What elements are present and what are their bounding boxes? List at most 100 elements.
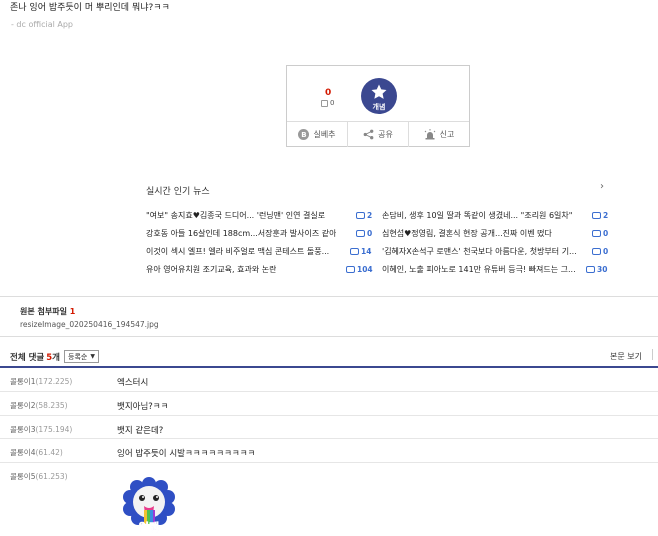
comment-nick[interactable]: 콜롱이3(175.194) — [10, 424, 72, 435]
share-label: 공유 — [378, 130, 393, 139]
app-signature: - dc official App — [11, 20, 73, 29]
caret-down-icon: ▼ — [90, 353, 95, 360]
best-recommend-label: 실베추 — [313, 130, 336, 139]
news-item[interactable]: 유아 영어유치원 조기교육, 효과와 논란 104 — [146, 264, 374, 275]
news-item[interactable]: "여보" 송지효♥김종국 드디어... '런닝맨' 인연 결실로 2 — [146, 210, 374, 221]
comment-bubble-icon — [592, 248, 601, 255]
news-comment-number: 2 — [367, 211, 373, 220]
comment-row: 콜롱이2(58.235) 뱃지아님?ㅋㅋ — [0, 392, 658, 416]
sort-select[interactable]: 등록순 ▼ — [64, 350, 99, 363]
news-comment-number: 104 — [357, 265, 373, 274]
news-item[interactable]: 강호동 아들 16살인데 188cm...서장훈과 발사이즈 같아 0 — [146, 228, 374, 239]
comment-bubble-icon — [356, 212, 365, 219]
comment-count-unit: 개 — [52, 352, 60, 363]
recommend-label: 개념 — [372, 103, 386, 111]
news-item[interactable]: 손담비, 생후 10일 딸과 똑같이 생겼네... "조리원 6일차" 2 — [382, 210, 608, 221]
view-body-link[interactable]: 본문 보기 — [610, 351, 642, 362]
news-item[interactable]: '김혜자X손석구 로맨스' 천국보다 아름다운, 첫방부터 기... 0 — [382, 246, 608, 257]
nick-ip: (175.194) — [35, 425, 73, 434]
nick-name: 콜롱이3 — [10, 425, 36, 434]
news-comment-number: 14 — [361, 247, 372, 256]
upvote-count: 0 — [325, 88, 332, 98]
fixed-upvote: 0 — [321, 99, 334, 107]
divider — [652, 349, 653, 360]
vote-top: 0 0 개념 — [287, 66, 469, 122]
vote-actions: B 실베추 공유 신고 — [287, 122, 469, 147]
share-button[interactable]: 공유 — [348, 122, 409, 147]
attachment-file-link[interactable]: resizeImage_020250416_194547.jpg — [20, 320, 159, 329]
nick-ip: (58.235) — [35, 401, 68, 410]
comment-bubble-icon — [346, 266, 355, 273]
nick-name: 콜롱이1 — [10, 377, 36, 386]
news-comment-count: 0 — [592, 247, 608, 256]
report-button[interactable]: 신고 — [409, 122, 469, 147]
comment-row: 콜롱이4(61.42) 잉어 밥주듯이 시발ㅋㅋㅋㅋㅋㅋㅋㅋㅋ — [0, 439, 658, 463]
fixed-upvote-count: 0 — [330, 99, 335, 107]
nick-ip: (172.225) — [35, 377, 73, 386]
nick-name: 콜롱이4 — [10, 448, 36, 457]
comment-bubble-icon — [350, 248, 359, 255]
comment-nick[interactable]: 콜롱이5(61.253) — [10, 471, 68, 482]
attachment-label-text: 원본 첨부파일 — [20, 307, 67, 316]
b-circle-icon: B — [298, 129, 310, 140]
news-comment-count: 2 — [592, 211, 608, 220]
comment-text: 뱃지 같은데? — [117, 426, 164, 436]
comment-nick[interactable]: 콜롱이4(61.42) — [10, 447, 63, 458]
news-item-text: 손담비, 생후 10일 딸과 똑같이 생겼네... "조리원 6일차" — [382, 211, 573, 220]
comment-text: 잉어 밥주듯이 시발ㅋㅋㅋㅋㅋㅋㅋㅋㅋ — [117, 449, 256, 459]
news-comment-count: 14 — [350, 247, 371, 256]
news-comment-count: 30 — [586, 265, 607, 274]
news-comment-number: 0 — [367, 229, 373, 238]
nick-name: 콜롱이5 — [10, 472, 36, 481]
comment-bubble-icon — [356, 230, 365, 237]
comment-header-label: 전체 댓글 — [10, 352, 45, 363]
attachment-count: 1 — [69, 307, 76, 316]
dccon-sticker: 얼탱 — [123, 477, 175, 534]
news-item-text: 심현섭♥정영림, 결혼식 현장 공개...진짜 이벤 떴다 — [382, 229, 552, 238]
comment-row: 콜롱이3(175.194) 뱃지 같은데? — [0, 416, 658, 439]
news-comment-number: 0 — [603, 247, 609, 256]
news-comment-number: 0 — [603, 229, 609, 238]
news-comment-number: 30 — [597, 265, 608, 274]
star-icon — [371, 84, 387, 99]
news-item-text: "여보" 송지효♥김종국 드디어... '런닝맨' 인연 결실로 — [146, 211, 326, 220]
best-recommend-button[interactable]: B 실베추 — [287, 122, 348, 147]
comment-text: 엑스터시 — [117, 378, 149, 388]
news-item[interactable]: 심현섭♥정영림, 결혼식 현장 공개...진짜 이벤 떴다 0 — [382, 228, 608, 239]
news-comment-count: 0 — [592, 229, 608, 238]
comment-row: 콜롱이5(61.253) — [0, 463, 658, 536]
news-item[interactable]: 이것이 섹시 엘프! 엘라 비주얼로 맥심 콘테스트 돌풍... 14 — [146, 246, 374, 257]
sort-select-value: 등록순 — [68, 352, 88, 361]
comment-row: 콜롱이1(172.225) 엑스터시 — [0, 368, 658, 392]
news-comment-count: 104 — [346, 265, 373, 274]
dccon-text: 얼탱 — [139, 520, 159, 534]
post-text: 존나 잉어 밥주듯이 머 뿌리인데 뭐냐?ㅋㅋ — [10, 3, 170, 13]
comment-bubble-icon — [592, 212, 601, 219]
comment-text: 뱃지아님?ㅋㅋ — [117, 402, 169, 412]
nick-ip: (61.253) — [35, 472, 68, 481]
news-comment-count: 0 — [356, 229, 372, 238]
news-comment-count: 2 — [356, 211, 372, 220]
share-icon — [363, 129, 374, 140]
chevron-right-icon[interactable]: › — [600, 181, 604, 192]
comment-nick[interactable]: 콜롱이2(58.235) — [10, 400, 68, 411]
comment-bubble-icon — [592, 230, 601, 237]
nick-ip: (61.42) — [35, 448, 63, 457]
news-item-text: 이것이 섹시 엘프! 엘라 비주얼로 맥심 콘테스트 돌풍... — [146, 247, 330, 256]
news-section-title: 실시간 인기 뉴스 — [146, 187, 210, 197]
divider — [0, 336, 658, 337]
vote-box: 0 0 개념 B 실베추 공유 신고 — [286, 65, 470, 147]
divider — [0, 296, 658, 297]
nick-name: 콜롱이2 — [10, 401, 36, 410]
news-item-text: 강호동 아들 16살인데 188cm...서장훈과 발사이즈 같아 — [146, 229, 337, 238]
comment-header: 전체 댓글 5개 등록순 ▼ — [10, 350, 99, 363]
news-item[interactable]: 이혜인, 노출 피아노로 141만 유튜버 등극! 빠져드는 그... 30 — [382, 264, 608, 275]
attachment-label: 원본 첨부파일 1 — [20, 306, 75, 317]
comment-nick[interactable]: 콜롱이1(172.225) — [10, 376, 72, 387]
siren-icon — [424, 129, 435, 140]
news-item-text: 유아 영어유치원 조기교육, 효과와 논란 — [146, 265, 277, 274]
news-comment-number: 2 — [603, 211, 609, 220]
fixed-user-icon — [321, 99, 328, 107]
recommend-button[interactable]: 개념 — [361, 78, 397, 114]
news-item-text: '김혜자X손석구 로맨스' 천국보다 아름다운, 첫방부터 기... — [382, 247, 577, 256]
